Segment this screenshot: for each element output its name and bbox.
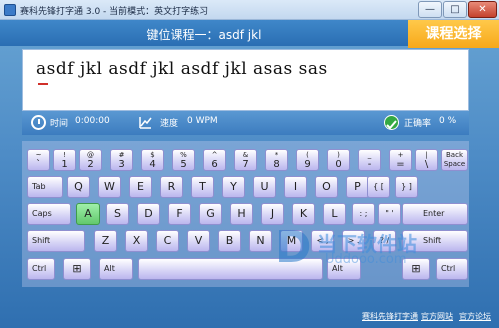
window-titlebar: 赛科先锋打字通 3.0 - 当前模式：英文打字练习 — □ ✕ xyxy=(0,0,499,20)
speed-icon xyxy=(138,115,153,130)
key-e[interactable]: E xyxy=(129,176,152,198)
time-value: 0:00:00 xyxy=(75,116,110,126)
key-u[interactable]: U xyxy=(253,176,276,198)
key-i[interactable]: I xyxy=(284,176,307,198)
key-0[interactable]: ) 0 xyxy=(327,149,350,171)
minimize-button[interactable]: — xyxy=(418,1,442,18)
footer-link-website[interactable]: 官方网站 xyxy=(421,311,453,322)
key-n[interactable]: N xyxy=(249,230,272,252)
key-backtick[interactable]: ~ ` xyxy=(27,149,50,171)
window-title: 赛科先锋打字通 3.0 - 当前模式：英文打字练习 xyxy=(20,7,209,17)
key-h[interactable]: H xyxy=(230,203,253,225)
key-c[interactable]: C xyxy=(156,230,179,252)
key-f[interactable]: F xyxy=(168,203,191,225)
time-label: 时间 xyxy=(50,119,69,129)
key-d[interactable]: D xyxy=(137,203,160,225)
key-t[interactable]: T xyxy=(191,176,214,198)
watermark-url: Uddooo.com xyxy=(325,252,407,267)
key-q[interactable]: Q xyxy=(67,176,90,198)
clock-icon xyxy=(31,115,46,130)
key-s[interactable]: S xyxy=(106,203,129,225)
maximize-button[interactable]: □ xyxy=(443,1,467,18)
key-close-bracket[interactable]: } ] xyxy=(395,176,418,198)
key-o[interactable]: O xyxy=(315,176,338,198)
course-select-button[interactable]: 课程选择 xyxy=(408,20,499,48)
close-button[interactable]: ✕ xyxy=(468,1,497,18)
key-left-alt[interactable]: Alt xyxy=(99,258,133,280)
key-x[interactable]: X xyxy=(125,230,148,252)
key-8[interactable]: * 8 xyxy=(265,149,288,171)
speed-value: 0 WPM xyxy=(187,116,218,126)
key-p[interactable]: P xyxy=(346,176,369,198)
key-left-shift[interactable]: Shift xyxy=(27,230,85,252)
footer: 赛科先锋打字通 官方网站 官方论坛 xyxy=(0,309,499,328)
key-b[interactable]: B xyxy=(218,230,241,252)
key-y[interactable]: Y xyxy=(222,176,245,198)
key-5[interactable]: % 5 xyxy=(172,149,195,171)
checkmark-icon xyxy=(384,115,399,130)
key-g[interactable]: G xyxy=(199,203,222,225)
site-watermark: D 当下软件站 Uddooo.com xyxy=(275,222,485,273)
key-3[interactable]: #3 xyxy=(110,149,133,171)
key-4[interactable]: $4 xyxy=(141,149,164,171)
key-1[interactable]: ! 1 xyxy=(53,149,76,171)
key-left-ctrl[interactable]: Ctrl xyxy=(27,258,55,280)
key-z[interactable]: Z xyxy=(94,230,117,252)
key-caps-lock[interactable]: Caps Lock xyxy=(27,203,71,238)
watermark-letter: D xyxy=(275,222,312,273)
key-tab[interactable]: Tab xyxy=(27,176,63,198)
key-r[interactable]: R xyxy=(160,176,183,198)
typing-cursor xyxy=(38,83,48,85)
key-backspace[interactable]: Back Space xyxy=(441,149,468,171)
practice-text: asdf jkl asdf jkl asdf jkl asas sas xyxy=(36,59,328,79)
key-9[interactable]: (9 xyxy=(296,149,319,171)
key-equals[interactable]: + = xyxy=(389,149,412,171)
key-2[interactable]: @2 xyxy=(79,149,102,171)
key-open-bracket[interactable]: { [ xyxy=(367,176,390,198)
practice-text-panel[interactable]: asdf jkl asdf jkl asdf jkl asas sas xyxy=(22,49,469,111)
accuracy-label: 正确率 xyxy=(404,119,432,129)
key-6[interactable]: ^ 6 xyxy=(203,149,226,171)
stats-bar: 时间 0:00:00 速度 0 WPM 正确率 0 % xyxy=(22,111,469,135)
key-backslash[interactable]: | \ xyxy=(415,149,438,171)
accuracy-value: 0 % xyxy=(439,116,457,126)
key-left-win[interactable]: ⊞ xyxy=(63,258,91,280)
key-w[interactable]: W xyxy=(98,176,121,198)
app-logo-icon xyxy=(4,4,16,16)
footer-link-app[interactable]: 赛科先锋打字通 xyxy=(362,311,418,322)
key-7[interactable]: & 7 xyxy=(234,149,257,171)
key-minus[interactable]: _ - xyxy=(358,149,381,171)
footer-link-forum[interactable]: 官方论坛 xyxy=(459,311,491,322)
key-a[interactable]: A xyxy=(76,203,100,225)
lesson-title: 键位课程一：asdf jkl xyxy=(146,28,262,42)
speed-label: 速度 xyxy=(160,119,179,129)
key-v[interactable]: V xyxy=(187,230,210,252)
